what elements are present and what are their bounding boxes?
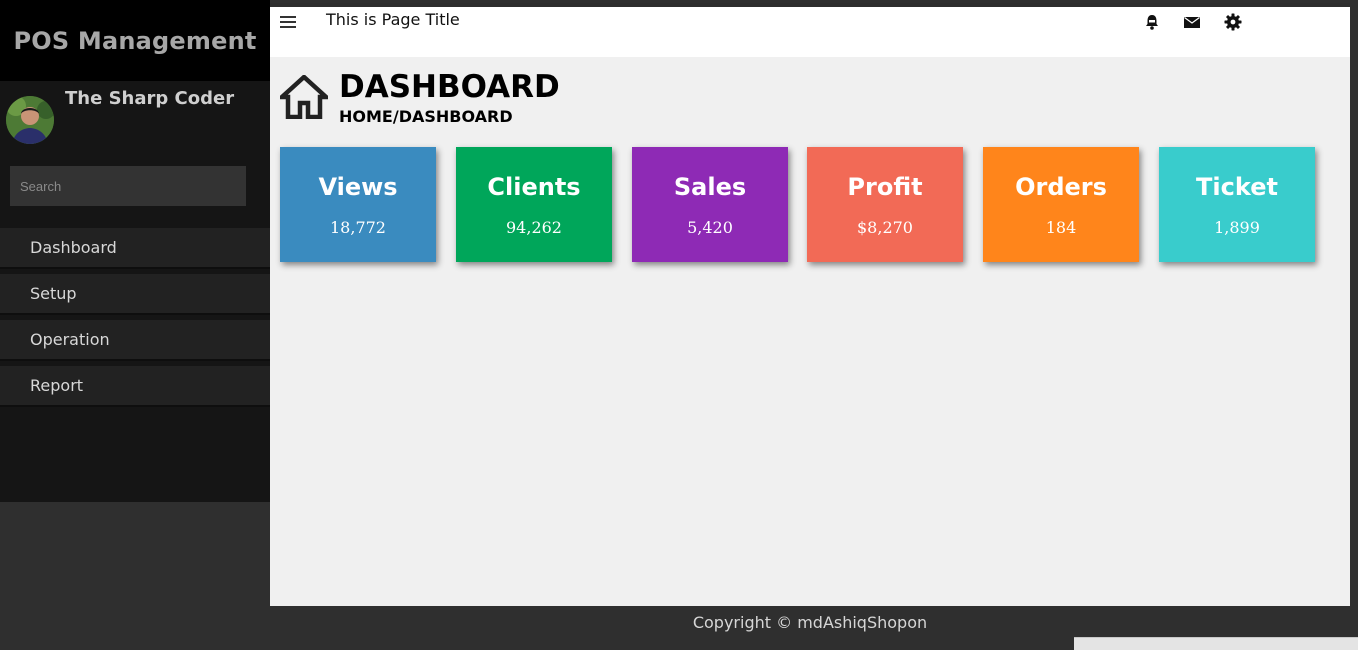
- card-value: 184: [1045, 218, 1077, 237]
- footer: Copyright © mdAshiqShopon: [270, 606, 1350, 639]
- card-value: $8,270: [857, 218, 913, 237]
- card-value: 18,772: [330, 218, 386, 237]
- sidebar-item-label: Operation: [30, 330, 110, 349]
- card-title: Clients: [487, 173, 581, 201]
- sidebar-item-label: Report: [30, 376, 84, 395]
- main-content: DASHBOARD HOME/DASHBOARD Views 18,772 Cl…: [270, 57, 1350, 606]
- top-bar: This is Page Title: [270, 3, 1350, 57]
- home-icon: [276, 73, 332, 120]
- card-title: Orders: [1015, 173, 1107, 201]
- card-value: 5,420: [687, 218, 733, 237]
- stat-card-ticket[interactable]: Ticket 1,899: [1159, 147, 1315, 262]
- sidebar-menu: Dashboard Setup Operation Report: [0, 228, 270, 412]
- sidebar: POS Management The Sharp Coder Dashboard…: [0, 0, 270, 502]
- sidebar-item-label: Setup: [30, 284, 77, 303]
- card-value: 94,262: [506, 218, 562, 237]
- sidebar-item-label: Dashboard: [30, 238, 117, 257]
- stat-card-profit[interactable]: Profit $8,270: [807, 147, 963, 262]
- page-title: This is Page Title: [326, 10, 460, 29]
- card-title: Sales: [673, 173, 747, 201]
- dashboard-heading: DASHBOARD: [339, 69, 560, 105]
- gear-icon[interactable]: [1224, 13, 1242, 31]
- menu-icon[interactable]: [280, 16, 296, 28]
- card-title: Profit: [847, 173, 923, 201]
- sidebar-item-report[interactable]: Report: [0, 366, 270, 407]
- sidebar-item-dashboard[interactable]: Dashboard: [0, 228, 270, 269]
- mail-icon[interactable]: [1183, 13, 1201, 31]
- bell-icon[interactable]: [1143, 13, 1161, 31]
- sidebar-item-operation[interactable]: Operation: [0, 320, 270, 361]
- stat-card-views[interactable]: Views 18,772: [280, 147, 436, 262]
- stat-card-clients[interactable]: Clients 94,262: [456, 147, 612, 262]
- profile-name: The Sharp Coder: [65, 88, 235, 109]
- avatar: [6, 96, 54, 144]
- search-input[interactable]: [10, 166, 246, 206]
- stat-card-sales[interactable]: Sales 5,420: [632, 147, 788, 262]
- user-profile: The Sharp Coder: [0, 81, 270, 151]
- card-value: 1,899: [1214, 218, 1260, 237]
- stat-card-orders[interactable]: Orders 184: [983, 147, 1139, 262]
- breadcrumb: HOME/DASHBOARD: [339, 107, 513, 126]
- copyright-text: Copyright © mdAshiqShopon: [692, 613, 928, 632]
- brand-title: POS Management: [0, 0, 270, 81]
- sidebar-item-setup[interactable]: Setup: [0, 274, 270, 315]
- card-title: Ticket: [1196, 173, 1278, 201]
- card-title: Views: [318, 173, 398, 201]
- taskbar-strip: [1074, 637, 1358, 650]
